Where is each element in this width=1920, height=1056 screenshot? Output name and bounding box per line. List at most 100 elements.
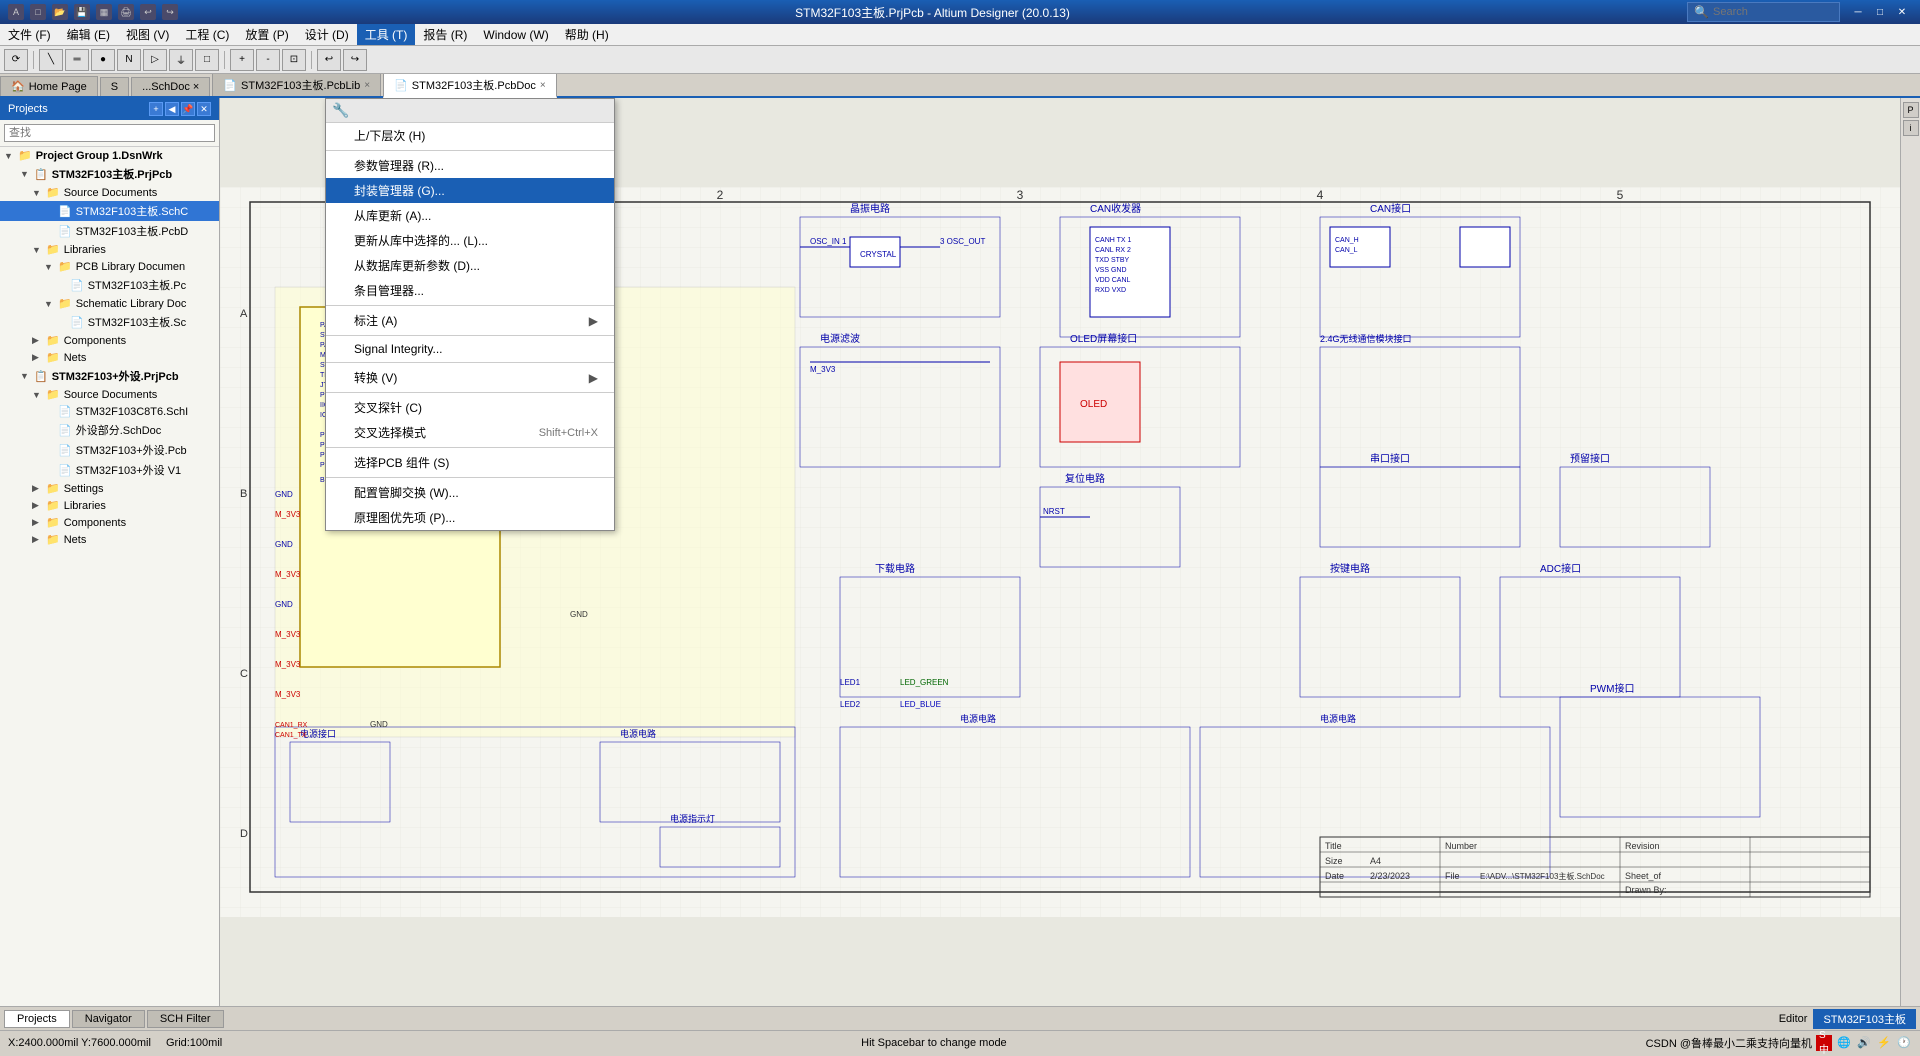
tree-pcblib-doc[interactable]: ▼ 📁 PCB Library Documen bbox=[0, 258, 219, 275]
canvas-area[interactable]: 1 2 3 4 5 A B C D 晶振电路 CRYSTAL OSC_IN 1 … bbox=[220, 98, 1900, 1006]
save-all-icon[interactable]: ▦ bbox=[96, 4, 112, 20]
undo-icon[interactable]: ↩ bbox=[140, 4, 156, 20]
rp-properties[interactable]: P bbox=[1903, 102, 1919, 118]
menu-item-manager[interactable]: 条目管理器... bbox=[326, 278, 614, 303]
menu-annotate[interactable]: 标注 (A) ▶ bbox=[326, 308, 614, 333]
tab-pcblib[interactable]: 📄 STM32F103主板.PcbLib × bbox=[212, 73, 381, 96]
menu-sch-prefs[interactable]: 原理图优先项 (P)... bbox=[326, 505, 614, 530]
new-icon[interactable]: □ bbox=[30, 4, 46, 20]
tree-ext-v1[interactable]: 📄 STM32F103+外设 V1 bbox=[0, 460, 219, 480]
menu-select-pcb[interactable]: 选择PCB 组件 (S) bbox=[326, 450, 614, 475]
menu-file[interactable]: 文件 (F) bbox=[0, 24, 59, 45]
tb-zoom-out[interactable]: - bbox=[256, 49, 280, 71]
tree-c8t6-sch[interactable]: 📄 STM32F103C8T6.SchI bbox=[0, 403, 219, 420]
rp-info[interactable]: i bbox=[1903, 120, 1919, 136]
csdn-text: CSDN @鲁棒最小二乘支持向量机 bbox=[1646, 1035, 1812, 1051]
menu-convert[interactable]: 转换 (V) ▶ bbox=[326, 365, 614, 390]
titlebar-search[interactable]: 🔍 bbox=[1687, 2, 1840, 22]
tree-settings[interactable]: ▶ 📁 Settings bbox=[0, 480, 219, 497]
tree-components-1[interactable]: ▶ 📁 Components bbox=[0, 332, 219, 349]
sch-icon: 📄 bbox=[58, 424, 72, 437]
tb-zoom-in[interactable]: + bbox=[230, 49, 254, 71]
tb-port[interactable]: ▷ bbox=[143, 49, 167, 71]
panel-pin-btn[interactable]: 📌 bbox=[181, 102, 195, 116]
lang-icon[interactable]: S中 bbox=[1816, 1035, 1832, 1051]
svg-text:Number: Number bbox=[1445, 841, 1477, 851]
menu-view[interactable]: 视图 (V) bbox=[118, 24, 177, 45]
project-search-input[interactable] bbox=[4, 124, 215, 142]
search-input[interactable] bbox=[1713, 6, 1833, 18]
tree-project-group[interactable]: ▼ 📁 Project Group 1.DsnWrk bbox=[0, 147, 219, 164]
menu-cross-select[interactable]: 交叉选择模式 Shift+Ctrl+X bbox=[326, 420, 614, 445]
tree-waishebeifen[interactable]: 📄 外设部分.SchDoc bbox=[0, 420, 219, 440]
save-icon[interactable]: 💾 bbox=[74, 4, 90, 20]
tree-source-docs-2[interactable]: ▼ 📁 Source Documents bbox=[0, 386, 219, 403]
menu-update-from-lib[interactable]: 从库更新 (A)... bbox=[326, 203, 614, 228]
tb-select[interactable]: ⟳ bbox=[4, 49, 28, 71]
menu-signal-integrity[interactable]: Signal Integrity... bbox=[326, 338, 614, 360]
tree-schdoc-main[interactable]: 📄 STM32F103主板.SchC bbox=[0, 201, 219, 221]
svg-text:M_3V3: M_3V3 bbox=[275, 660, 301, 669]
menu-place[interactable]: 放置 (P) bbox=[237, 24, 296, 45]
menu-project[interactable]: 工程 (C) bbox=[177, 24, 237, 45]
main-tab[interactable]: STM32F103主板 bbox=[1813, 1009, 1916, 1029]
tab-home[interactable]: 🏠 Home Page bbox=[0, 76, 98, 96]
panel-new-btn[interactable]: + bbox=[149, 102, 163, 116]
editor-tab[interactable]: Editor bbox=[1773, 1011, 1814, 1027]
tb-comp[interactable]: □ bbox=[195, 49, 219, 71]
menu-cross-probe[interactable]: 交叉探针 (C) bbox=[326, 395, 614, 420]
tree-schlib-doc[interactable]: ▼ 📁 Schematic Library Doc bbox=[0, 295, 219, 312]
menu-report[interactable]: 报告 (R) bbox=[415, 24, 475, 45]
redo-icon[interactable]: ↪ bbox=[162, 4, 178, 20]
tb-junction[interactable]: ● bbox=[91, 49, 115, 71]
print-icon[interactable]: 🖨 bbox=[118, 4, 134, 20]
tree-nets-1[interactable]: ▶ 📁 Nets bbox=[0, 349, 219, 366]
tree-components-2[interactable]: ▶ 📁 Components bbox=[0, 514, 219, 531]
menu-configure-pin-swap[interactable]: 配置管脚交换 (W)... bbox=[326, 480, 614, 505]
bottom-tab-sch-filter[interactable]: SCH Filter bbox=[147, 1010, 224, 1028]
open-icon[interactable]: 📂 bbox=[52, 4, 68, 20]
menu-window[interactable]: Window (W) bbox=[475, 24, 556, 45]
tab-pcbdoc[interactable]: 📄 STM32F103主板.PcbDoc × bbox=[383, 73, 557, 98]
svg-text:A: A bbox=[240, 308, 248, 320]
tab-s[interactable]: S bbox=[100, 77, 129, 96]
tree-libraries-2[interactable]: ▶ 📁 Libraries bbox=[0, 497, 219, 514]
menu-param-manager[interactable]: 参数管理器 (R)... bbox=[326, 153, 614, 178]
menu-update-db-param[interactable]: 从数据库更新参数 (D)... bbox=[326, 253, 614, 278]
tree-pcbdoc-main[interactable]: 📄 STM32F103主板.PcbD bbox=[0, 221, 219, 241]
bottom-tab-navigator[interactable]: Navigator bbox=[72, 1010, 145, 1028]
tree-pcblib-file[interactable]: 📄 STM32F103主板.Pc bbox=[0, 275, 219, 295]
tb-undo[interactable]: ↩ bbox=[317, 49, 341, 71]
tree-nets-2[interactable]: ▶ 📁 Nets bbox=[0, 531, 219, 548]
menu-edit[interactable]: 编辑 (E) bbox=[59, 24, 118, 45]
tb-netlab[interactable]: N bbox=[117, 49, 141, 71]
menu-footprint-manager[interactable]: 封装管理器 (G)... bbox=[326, 178, 614, 203]
tb-bus[interactable]: ═ bbox=[65, 49, 89, 71]
tb-power[interactable]: ⏚ bbox=[169, 49, 193, 71]
close-button[interactable]: ✕ bbox=[1892, 5, 1912, 19]
tree-source-docs-1[interactable]: ▼ 📁 Source Documents bbox=[0, 184, 219, 201]
maximize-button[interactable]: □ bbox=[1870, 5, 1890, 19]
tb-wire[interactable]: ╲ bbox=[39, 49, 63, 71]
svg-text:GND: GND bbox=[370, 720, 388, 729]
menu-design[interactable]: 设计 (D) bbox=[297, 24, 357, 45]
panel-close-btn[interactable]: ◀ bbox=[165, 102, 179, 116]
tree-stm32-ext[interactable]: ▼ 📋 STM32F103+外设.PrjPcb bbox=[0, 366, 219, 386]
tree-stm32-main[interactable]: ▼ 📋 STM32F103主板.PrjPcb bbox=[0, 164, 219, 184]
bottom-tab-projects[interactable]: Projects bbox=[4, 1010, 70, 1028]
home-icon: 🏠 bbox=[11, 80, 25, 93]
tab-schdoc[interactable]: ...SchDoc × bbox=[131, 77, 210, 96]
menu-help[interactable]: 帮助 (H) bbox=[557, 24, 617, 45]
menu-updown-hierarchy[interactable]: 上/下层次 (H) bbox=[326, 123, 614, 148]
tb-redo[interactable]: ↪ bbox=[343, 49, 367, 71]
panel-x-btn[interactable]: ✕ bbox=[197, 102, 211, 116]
panel-title: Projects bbox=[8, 103, 48, 115]
tree-schlib-file[interactable]: 📄 STM32F103主板.Sc bbox=[0, 312, 219, 332]
tree-libraries[interactable]: ▼ 📁 Libraries bbox=[0, 241, 219, 258]
tree-ext-pcb[interactable]: 📄 STM32F103+外设.Pcb bbox=[0, 440, 219, 460]
menu-tools[interactable]: 工具 (T) bbox=[357, 24, 416, 45]
menu-update-selected[interactable]: 更新从库中选择的... (L)... bbox=[326, 228, 614, 253]
tb-zoom-fit[interactable]: ⊡ bbox=[282, 49, 306, 71]
minimize-button[interactable]: ─ bbox=[1848, 5, 1868, 19]
proj-icon: 📋 bbox=[34, 168, 48, 181]
